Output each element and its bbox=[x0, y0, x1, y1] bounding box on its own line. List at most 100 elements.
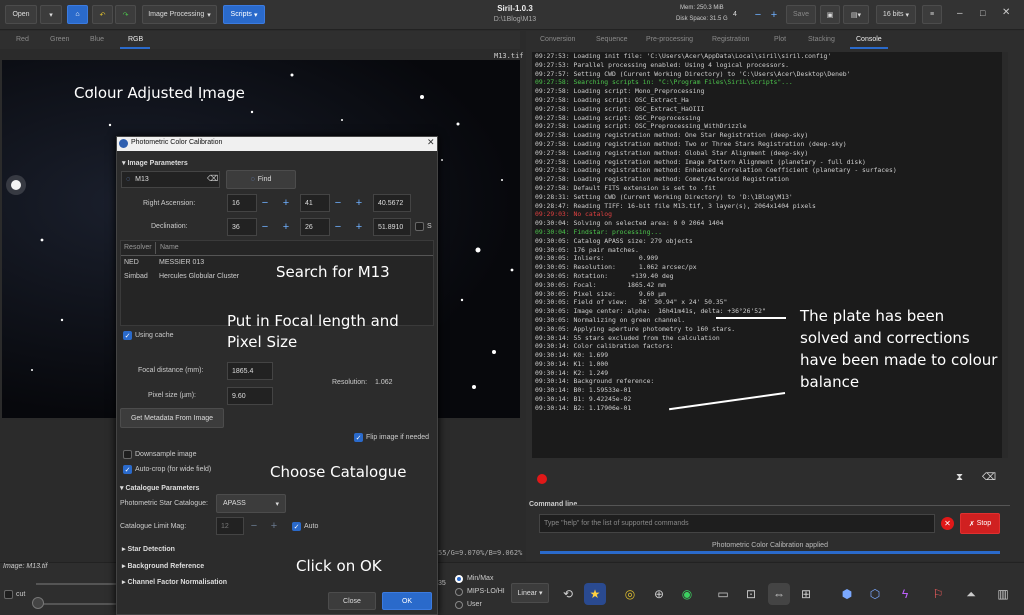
resolver-column-header[interactable]: Resolver bbox=[124, 244, 152, 251]
channel-normalisation-header[interactable]: ▸ Channel Factor Normalisation bbox=[122, 578, 227, 586]
sync-icon[interactable]: ⟲ bbox=[557, 583, 579, 605]
zoom-icon[interactable]: ◎ bbox=[619, 583, 641, 605]
zoom-reset-icon[interactable]: ⊡ bbox=[740, 583, 762, 605]
flip-image-checkbox[interactable]: ✓ bbox=[354, 433, 363, 442]
mirror-icon[interactable]: ⇔ bbox=[768, 583, 790, 605]
command-input[interactable]: Type "help" for the list of supported co… bbox=[539, 514, 935, 533]
color-icon[interactable]: ϟ bbox=[894, 583, 916, 605]
threads-increment[interactable]: + bbox=[764, 6, 784, 24]
record-indicator-icon[interactable] bbox=[537, 474, 547, 484]
white-point-slider[interactable] bbox=[36, 583, 116, 585]
auto-checkbox[interactable]: ✓ bbox=[292, 522, 301, 531]
limit-mag-input[interactable]: 12 bbox=[216, 517, 244, 535]
stop-button[interactable]: ✗ Stop bbox=[960, 513, 1000, 534]
bit-depth-menu[interactable]: 16 bits ▾ bbox=[876, 5, 916, 24]
undo-button[interactable]: ↶ bbox=[92, 5, 113, 24]
catalogue-select[interactable]: APASS ▾ bbox=[216, 494, 286, 513]
ra-hours-increment[interactable]: + bbox=[276, 194, 296, 212]
name-column-header[interactable]: Name bbox=[160, 244, 179, 251]
fit-icon[interactable]: ▭ bbox=[712, 583, 734, 605]
clear-log-button[interactable]: ⌫ bbox=[982, 472, 996, 483]
statistics-icon[interactable]: ▥ bbox=[992, 583, 1014, 605]
tab-registration[interactable]: Registration bbox=[712, 36, 749, 43]
downsample-checkbox[interactable] bbox=[123, 450, 132, 459]
radio-min-max[interactable] bbox=[455, 575, 463, 583]
using-cache-label: Using cache bbox=[135, 332, 174, 339]
tab-red[interactable]: Red bbox=[16, 36, 29, 43]
object-search-input[interactable]: ◌ M13 bbox=[121, 171, 220, 188]
clear-command-button[interactable]: ✕ bbox=[941, 517, 954, 530]
target-icon[interactable]: ◉ bbox=[676, 583, 698, 605]
dec-degrees-increment[interactable]: + bbox=[276, 218, 296, 236]
ra-hours-field[interactable]: 16 bbox=[227, 194, 257, 212]
black-point-slider[interactable] bbox=[36, 603, 116, 605]
snapshot-button[interactable]: ▣ bbox=[820, 5, 840, 24]
main-menu-button[interactable]: ≡ bbox=[922, 5, 942, 24]
autocrop-checkbox[interactable]: ✓ bbox=[123, 465, 132, 474]
radio-user[interactable] bbox=[455, 601, 463, 609]
tab-rgb[interactable]: RGB bbox=[128, 36, 143, 43]
dec-minutes-decrement[interactable]: − bbox=[328, 218, 348, 236]
radio-mips[interactable] bbox=[455, 588, 463, 596]
limit-mag-increment[interactable]: + bbox=[264, 517, 284, 535]
dec-minutes-increment[interactable]: + bbox=[349, 218, 369, 236]
south-checkbox[interactable] bbox=[415, 222, 424, 231]
catalogue-parameters-header[interactable]: ▾ Catalogue Parameters bbox=[120, 484, 199, 492]
open-button[interactable]: Open bbox=[5, 5, 37, 24]
wcs-icon[interactable]: ⚐ bbox=[927, 583, 949, 605]
scripts-menu[interactable]: Scripts ▾ bbox=[223, 5, 265, 24]
tab-conversion[interactable]: Conversion bbox=[540, 36, 575, 43]
tab-stacking[interactable]: Stacking bbox=[808, 36, 835, 43]
save-button[interactable]: Save bbox=[786, 5, 816, 24]
clear-search-icon[interactable]: ⌫ bbox=[207, 174, 218, 183]
close-button[interactable]: Close bbox=[328, 592, 376, 610]
annotate-icon[interactable]: ⬡ bbox=[864, 583, 886, 605]
background-reference-header[interactable]: ▸ Background Reference bbox=[122, 562, 204, 570]
open-menu-button[interactable]: ▾ bbox=[40, 5, 62, 24]
focal-distance-input[interactable]: 1865.4 bbox=[227, 362, 273, 380]
ok-button[interactable]: OK bbox=[382, 592, 432, 610]
close-window-button[interactable]: ✕ bbox=[1002, 7, 1010, 18]
image-parameters-header[interactable]: ▾ Image Parameters bbox=[122, 159, 188, 167]
find-button[interactable]: ◌ Find bbox=[226, 170, 296, 189]
using-cache-checkbox[interactable]: ✓ bbox=[123, 331, 132, 340]
grid-icon[interactable]: ⊞ bbox=[795, 583, 817, 605]
pixel-size-input[interactable]: 9.60 bbox=[227, 387, 273, 405]
tab-console[interactable]: Console bbox=[856, 36, 882, 43]
photometry-icon[interactable]: ⬢ bbox=[836, 583, 858, 605]
globe-icon[interactable]: ⊕ bbox=[648, 583, 670, 605]
histogram-icon[interactable]: ⏶ bbox=[960, 583, 982, 605]
ra-hours-decrement[interactable]: − bbox=[255, 194, 275, 212]
tab-pre-processing[interactable]: Pre-processing bbox=[646, 36, 693, 43]
ra-minutes-increment[interactable]: + bbox=[349, 194, 369, 212]
dec-seconds-field[interactable]: 51.8910 bbox=[373, 218, 411, 236]
threads-field[interactable]: 4 bbox=[728, 6, 750, 23]
star-icon[interactable]: ★ bbox=[584, 583, 606, 605]
display-mode-menu[interactable]: Linear ▾ bbox=[511, 583, 549, 603]
limit-mag-decrement[interactable]: − bbox=[244, 517, 264, 535]
dec-minutes-field[interactable]: 26 bbox=[300, 218, 330, 236]
redo-button[interactable]: ↷ bbox=[115, 5, 136, 24]
cut-checkbox[interactable] bbox=[4, 590, 13, 599]
ra-minutes-decrement[interactable]: − bbox=[328, 194, 348, 212]
save-log-button[interactable]: ⧗ bbox=[956, 472, 963, 483]
get-metadata-button[interactable]: Get Metadata From Image bbox=[120, 408, 224, 428]
dec-degrees-decrement[interactable]: − bbox=[255, 218, 275, 236]
maximize-button[interactable]: □ bbox=[980, 8, 985, 18]
tab-sequence[interactable]: Sequence bbox=[596, 36, 628, 43]
dialog-close-icon[interactable]: ✕ bbox=[427, 137, 435, 148]
ra-seconds-field[interactable]: 40.5672 bbox=[373, 194, 411, 212]
minimize-button[interactable]: – bbox=[957, 8, 963, 19]
tab-plot[interactable]: Plot bbox=[774, 36, 786, 43]
image-processing-menu[interactable]: Image Processing ▾ bbox=[142, 5, 217, 24]
dec-degrees-field[interactable]: 36 bbox=[227, 218, 257, 236]
tab-blue[interactable]: Blue bbox=[90, 36, 104, 43]
console-scrollbar[interactable] bbox=[1002, 52, 1008, 458]
tab-green[interactable]: Green bbox=[50, 36, 69, 43]
console-output[interactable]: 09:27:53: Loading init file: 'C:\Users\A… bbox=[532, 52, 1002, 458]
black-point-handle[interactable] bbox=[32, 597, 44, 609]
home-button[interactable]: ⌂ bbox=[67, 5, 88, 24]
save-as-button[interactable]: ▤▾ bbox=[843, 5, 869, 24]
star-detection-header[interactable]: ▸ Star Detection bbox=[122, 545, 175, 553]
ra-minutes-field[interactable]: 41 bbox=[300, 194, 330, 212]
